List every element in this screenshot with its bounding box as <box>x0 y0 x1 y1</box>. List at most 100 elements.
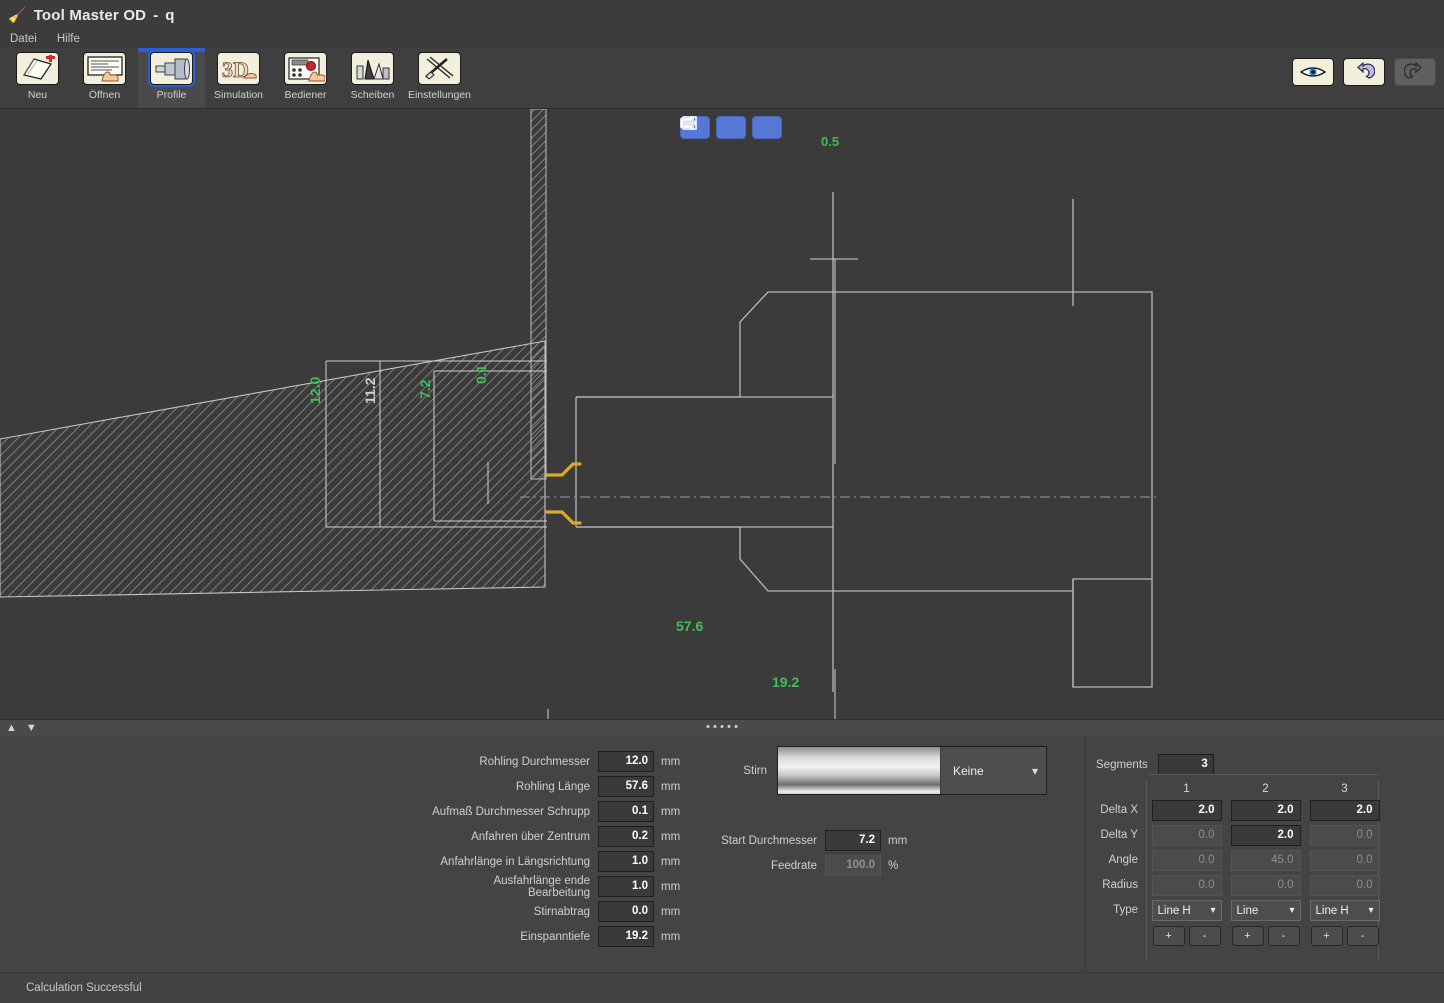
input-segments-count[interactable]: 3 <box>1158 754 1214 775</box>
unit-feedrate: % <box>881 860 907 872</box>
input-seg1-delta-x[interactable]: 2.0 <box>1152 800 1222 821</box>
chuck-hatched-region <box>0 341 545 597</box>
select-seg1-type[interactable]: Line H ▾ <box>1152 900 1222 921</box>
ribbon-button-bediener[interactable]: Bediener <box>272 48 339 108</box>
shape-tool-step[interactable] <box>752 116 782 139</box>
form-row-feedrate: Feedrate 100.0 % <box>705 853 1047 878</box>
dimension-label-11-2: 11.2 <box>362 377 378 404</box>
undo-button[interactable] <box>1343 58 1385 86</box>
segments-row-labels: Delta X Delta Y Angle Radius Type <box>1086 780 1146 923</box>
title-separator: - <box>153 7 158 24</box>
label-radius: Radius <box>1086 873 1146 898</box>
grid-divider-top <box>1148 774 1378 775</box>
input-stirnabtrag[interactable]: 0.0 <box>598 901 654 922</box>
select-seg1-type-value: Line H <box>1158 905 1191 917</box>
tool-logo-icon: 🧹 <box>8 6 27 24</box>
document-name: q <box>165 7 174 24</box>
input-seg2-delta-x[interactable]: 2.0 <box>1231 800 1301 821</box>
title-bar: 🧹 Tool Master OD - q <box>0 0 1444 30</box>
input-aufmass-durchmesser-schrupp[interactable]: 0.1 <box>598 801 654 822</box>
ribbon-label-offnen: Öffnen <box>89 89 120 101</box>
ribbon-button-scheiben[interactable]: Scheiben <box>339 48 406 108</box>
chevron-down-icon[interactable]: ▾ <box>1024 747 1046 794</box>
chevron-up-icon[interactable]: ▲ <box>6 722 17 734</box>
unit-aufmass-durchmesser-schrupp: mm <box>654 806 680 818</box>
drag-dots-handle[interactable] <box>707 725 738 728</box>
segment-column-2: 2 2.0 2.0 45.0 0.0 Line ▾ + <box>1227 780 1304 949</box>
label-anfahren-ueber-zentrum: Anfahren über Zentrum <box>430 831 598 843</box>
seg1-add-button[interactable]: + <box>1153 926 1185 946</box>
new-document-icon <box>16 52 59 85</box>
open-folder-icon <box>83 52 126 85</box>
input-seg3-angle: 0.0 <box>1310 850 1380 871</box>
form-row-rohling-laenge: Rohling Länge 57.6 mm <box>430 774 680 799</box>
grid-divider-left <box>1146 780 1147 960</box>
menu-hilfe[interactable]: Hilfe <box>55 33 82 45</box>
panel-collapse-controls: ▲ ▼ <box>6 722 37 734</box>
select-seg3-type[interactable]: Line H ▾ <box>1310 900 1380 921</box>
form-row-anfahren-ueber-zentrum: Anfahren über Zentrum 0.2 mm <box>430 824 680 849</box>
segments-panel: Segments 3 Delta X Delta Y Angle Radius … <box>1085 736 1444 972</box>
input-seg2-delta-y[interactable]: 2.0 <box>1231 825 1301 846</box>
input-rohling-laenge[interactable]: 57.6 <box>598 776 654 797</box>
input-einspanntiefe[interactable]: 19.2 <box>598 926 654 947</box>
profile-drawing: 0.5 12.0 11.2 7.2 0.1 57.6 19.2 <box>0 109 1444 719</box>
shape-tool-cylinder[interactable] <box>716 116 746 139</box>
select-seg2-type[interactable]: Line ▾ <box>1231 900 1301 921</box>
label-feedrate: Feedrate <box>705 860 825 872</box>
form-row-aufmass-durchmesser-schrupp: Aufmaß Durchmesser Schrupp 0.1 mm <box>430 799 680 824</box>
label-ausfahrlaenge-ende-bearbeitung: Ausfahrlänge ende Bearbeitung <box>430 875 598 899</box>
input-anfahren-ueber-zentrum[interactable]: 0.2 <box>598 826 654 847</box>
seg1-remove-button[interactable]: - <box>1189 926 1221 946</box>
unit-stirnabtrag: mm <box>654 906 680 918</box>
dimension-label-0-5: 0.5 <box>821 134 839 149</box>
ribbon-label-scheiben: Scheiben <box>351 89 395 101</box>
unit-rohling-durchmesser: mm <box>654 756 680 768</box>
profile-drawing-canvas[interactable]: 0.5 12.0 11.2 7.2 0.1 57.6 19.2 <box>0 109 1444 719</box>
seg2-remove-button[interactable]: - <box>1268 926 1300 946</box>
seg2-add-button[interactable]: + <box>1232 926 1264 946</box>
application-window: 🧹 Tool Master OD - q Datei Hilfe Neu <box>0 0 1444 1003</box>
chevron-down-icon[interactable]: ▼ <box>26 722 37 734</box>
input-anfahrlaenge-laengsrichtung[interactable]: 1.0 <box>598 851 654 872</box>
toolpath-upper <box>547 464 580 475</box>
input-ausfahrlaenge-ende-bearbeitung[interactable]: 1.0 <box>598 876 654 897</box>
input-seg3-delta-x[interactable]: 2.0 <box>1310 800 1380 821</box>
parameters-panel: Rohling Durchmesser 12.0 mm Rohling Läng… <box>0 736 1444 972</box>
stirn-dropdown[interactable]: Keine ▾ <box>777 746 1047 795</box>
label-aufmass-durchmesser-schrupp: Aufmaß Durchmesser Schrupp <box>430 806 598 818</box>
input-seg1-radius: 0.0 <box>1152 875 1222 896</box>
menu-datei[interactable]: Datei <box>8 33 39 45</box>
redo-button <box>1394 58 1436 86</box>
view-eye-button[interactable] <box>1292 58 1334 86</box>
unit-ausfahrlaenge-ende-bearbeitung: mm <box>654 881 680 893</box>
ribbon-button-neu[interactable]: Neu <box>4 48 71 108</box>
input-rohling-durchmesser[interactable]: 12.0 <box>598 751 654 772</box>
ribbon-button-offnen[interactable]: Öffnen <box>71 48 138 108</box>
ribbon-button-simulation[interactable]: 3D Simulation <box>205 48 272 108</box>
input-seg3-delta-y: 0.0 <box>1310 825 1380 846</box>
unit-einspanntiefe: mm <box>654 931 680 943</box>
face-machining-group: Stirn Keine ▾ Start Durchmesser 7.2 mm F… <box>705 746 1047 878</box>
seg3-remove-button[interactable]: - <box>1347 926 1379 946</box>
unit-rohling-laenge: mm <box>654 781 680 793</box>
dimension-label-12-0: 12.0 <box>307 377 323 404</box>
workpiece-outline <box>576 199 1152 687</box>
workpiece-shaft-lines <box>576 192 1073 692</box>
input-start-durchmesser[interactable]: 7.2 <box>825 830 881 851</box>
grinding-wheel-icon <box>351 52 394 85</box>
dimension-label-0-1: 0.1 <box>473 364 489 384</box>
panel-splitter[interactable]: ▲ ▼ <box>0 719 1444 736</box>
ribbon-button-profile[interactable]: Profile <box>138 48 205 108</box>
status-bar: Calculation Successful <box>0 972 1444 1003</box>
dimension-label-19-2: 19.2 <box>772 674 799 690</box>
ribbon-button-einstellungen[interactable]: Einstellungen <box>406 48 473 108</box>
seg3-add-button[interactable]: + <box>1311 926 1343 946</box>
label-delta-y: Delta Y <box>1086 823 1146 848</box>
stirn-selector-row: Stirn Keine ▾ <box>705 746 1047 795</box>
settings-tools-icon <box>418 52 461 85</box>
tool-shank-hatched-band <box>531 109 546 479</box>
label-start-durchmesser: Start Durchmesser <box>705 835 825 847</box>
step-profile-icon <box>680 116 698 130</box>
segment-column-header-1: 1 <box>1148 780 1225 798</box>
